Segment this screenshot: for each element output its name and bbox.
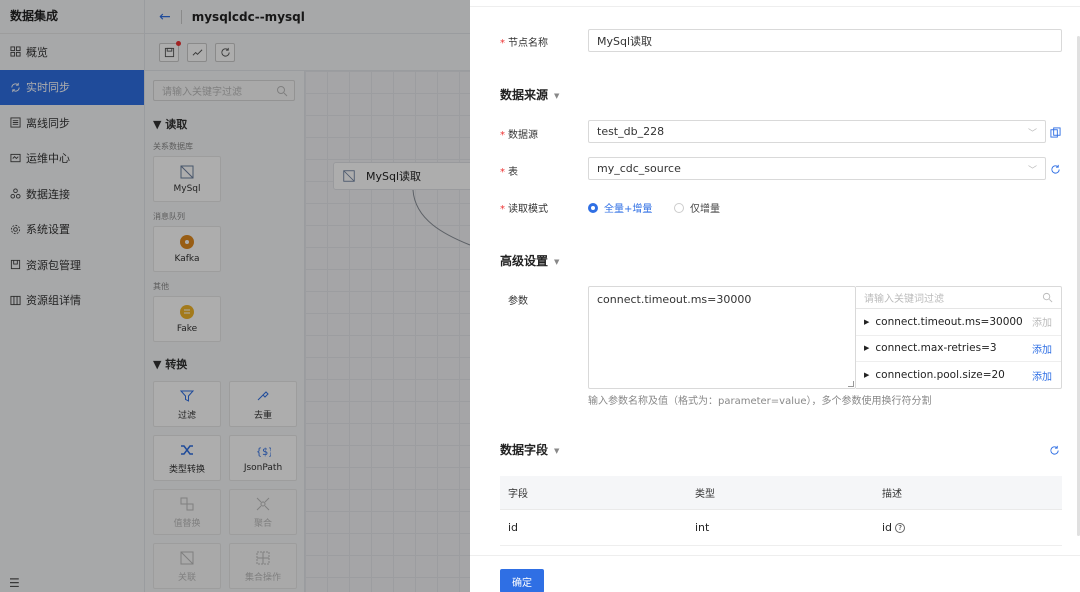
params-label: 参数 (508, 292, 528, 307)
datasource-label: * 数据源 (500, 130, 538, 141)
label-text: 表 (508, 167, 518, 178)
radio-incremental-only[interactable]: 仅增量 (674, 200, 720, 215)
node-name-input[interactable]: MySql读取 (588, 29, 1062, 52)
label-text: 数据源 (508, 130, 538, 141)
source-group-title[interactable]: 数据来源 ▼ (500, 86, 559, 103)
caret-right-icon: ▶ (864, 371, 870, 380)
params-suggestion-panel: 请输入关键词过滤 ▶ connect.timeout.ms=30000 添加 ▶ co… (856, 286, 1062, 389)
confirm-button[interactable]: 确定 (500, 569, 544, 592)
radio-label: 全量+增量 (604, 204, 653, 215)
drawer-footer: 确定 (470, 555, 1080, 592)
radio-full-incremental[interactable]: 全量+增量 (588, 200, 652, 215)
label-text: 参数 (508, 296, 528, 307)
add-param-button[interactable]: 添加 (1032, 341, 1052, 356)
read-mode-label: * 读取模式 (500, 204, 548, 215)
caret-down-icon: ▼ (554, 91, 560, 100)
radio-dot (674, 202, 684, 213)
caret-right-icon: ▶ (864, 344, 870, 353)
chevron-down-icon: ﹀ (1027, 129, 1037, 139)
datasource-select[interactable]: test_db_228 ﹀ (588, 120, 1046, 143)
radio-label: 仅增量 (690, 204, 720, 215)
chevron-down-icon: ﹀ (1027, 166, 1037, 176)
refresh-icon[interactable] (1050, 164, 1061, 175)
caret-down-icon: ▼ (554, 446, 560, 455)
suggestion-text: connection.pool.size=20 (875, 369, 1005, 382)
cell-field: id (508, 521, 519, 534)
node-config-drawer: * 节点名称 MySql读取 数据来源 ▼ * 数据源 test_db_228 ﹀ * 表… (470, 0, 1080, 592)
table-row: id int id? (500, 510, 1062, 546)
copy-icon[interactable] (1050, 127, 1061, 138)
params-textarea[interactable]: connect.timeout.ms=30000 (588, 286, 856, 389)
refresh-fields-icon[interactable] (1049, 445, 1060, 456)
select-value: my_cdc_source (597, 162, 681, 175)
node-name-label: * 节点名称 (500, 38, 548, 49)
suggestion-item[interactable]: ▶ connect.max-retries=3 添加 (856, 336, 1061, 362)
drawer-header (470, 0, 1080, 7)
column-header-desc: 描述 (882, 489, 902, 500)
add-param-button[interactable]: 添加 (1032, 314, 1052, 329)
table-label: * 表 (500, 167, 518, 178)
suggestion-text: connect.max-retries=3 (875, 342, 997, 355)
desc-text: id (882, 521, 893, 534)
suggestion-text: connect.timeout.ms=30000 (875, 315, 1023, 328)
group-title-text: 数据来源 (500, 88, 549, 102)
input-value: MySql读取 (597, 34, 653, 48)
group-title-text: 数据字段 (500, 443, 549, 457)
modal-overlay[interactable] (0, 0, 470, 592)
suggestion-item[interactable]: ▶ connection.pool.size=20 添加 (856, 362, 1061, 389)
textarea-value: connect.timeout.ms=30000 (597, 293, 752, 306)
suggestion-item[interactable]: ▶ connect.timeout.ms=30000 添加 (856, 309, 1061, 336)
resize-handle-icon[interactable] (848, 381, 854, 387)
radio-dot (588, 202, 598, 213)
add-param-button[interactable]: 添加 (1032, 368, 1052, 383)
label-text: 读取模式 (508, 204, 548, 215)
column-header-type: 类型 (695, 489, 715, 500)
cell-type: int (695, 521, 710, 534)
help-icon[interactable]: ? (895, 522, 906, 533)
group-title-text: 高级设置 (500, 254, 549, 268)
caret-down-icon: ▼ (554, 257, 560, 266)
params-search-input[interactable]: 请输入关键词过滤 (856, 287, 1061, 309)
search-placeholder: 请输入关键词过滤 (864, 294, 944, 305)
label-text: 节点名称 (508, 38, 548, 49)
advanced-group-title[interactable]: 高级设置 ▼ (500, 252, 559, 269)
fields-group-title[interactable]: 数据字段 ▼ (500, 441, 559, 458)
params-hint: 输入参数名称及值（格式为：parameter=value），多个参数使用换行符分… (588, 396, 932, 407)
column-header-field: 字段 (508, 489, 528, 500)
table-select[interactable]: my_cdc_source ﹀ (588, 157, 1046, 180)
search-icon (1042, 292, 1053, 303)
caret-right-icon: ▶ (864, 317, 870, 326)
cell-desc: id? (874, 521, 1062, 534)
table-header: 字段 类型 描述 (500, 476, 1062, 510)
select-value: test_db_228 (597, 125, 665, 138)
fields-table: 字段 类型 描述 id int id? (500, 476, 1062, 546)
